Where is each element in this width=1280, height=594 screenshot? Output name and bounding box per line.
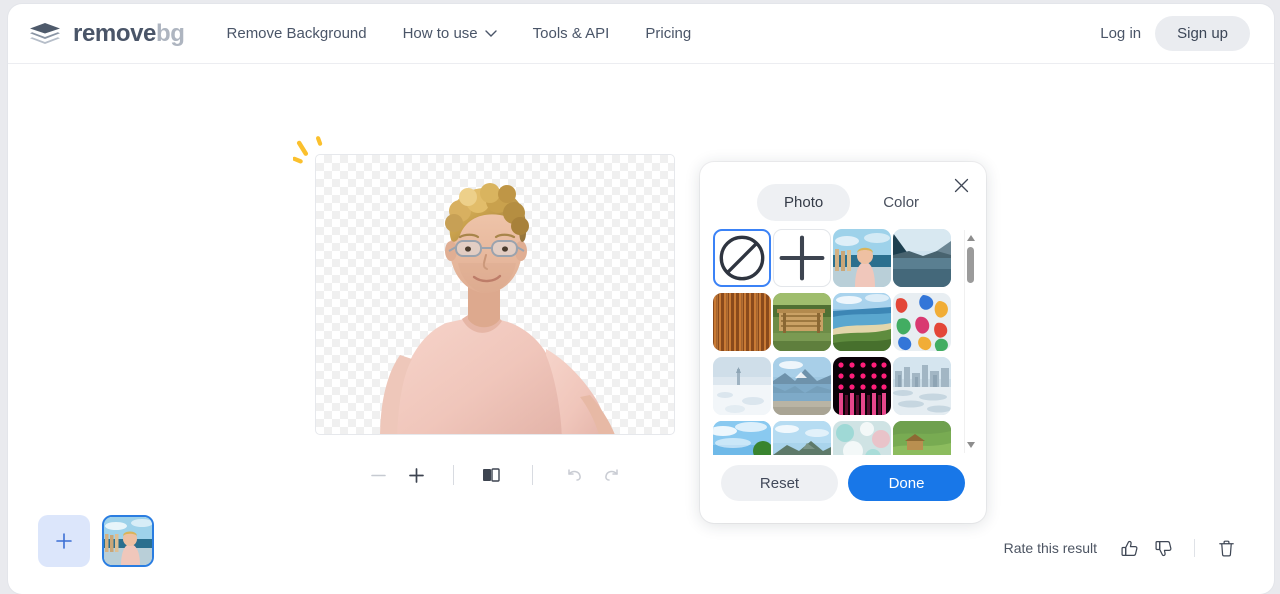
close-icon bbox=[954, 178, 968, 192]
nav-item-tools-api[interactable]: Tools & API bbox=[533, 25, 610, 42]
plus-icon bbox=[408, 467, 424, 483]
nav-label: How to use bbox=[402, 25, 478, 42]
thumbs-down-button[interactable] bbox=[1147, 533, 1179, 563]
rate-label: Rate this result bbox=[1003, 540, 1097, 556]
image-strip bbox=[38, 515, 154, 567]
result-thumbnail[interactable] bbox=[102, 515, 154, 567]
photo-palm bbox=[713, 421, 771, 455]
thumb-bg-palm-sky[interactable] bbox=[713, 421, 771, 455]
photo-lake bbox=[893, 229, 951, 287]
subject-cutout bbox=[380, 183, 615, 434]
undo-button[interactable] bbox=[555, 459, 593, 491]
photo-paint bbox=[893, 293, 951, 351]
panel-tabs: Photo Color bbox=[700, 162, 986, 221]
caret-up-icon[interactable] bbox=[966, 233, 976, 243]
logo[interactable]: removebg bbox=[28, 19, 185, 49]
split-compare-icon bbox=[483, 468, 500, 482]
rating-bar: Rate this result bbox=[1004, 533, 1242, 563]
scrollbar-thumb[interactable] bbox=[967, 247, 974, 283]
background-thumbnail-scroll[interactable] bbox=[700, 229, 986, 455]
trash-icon bbox=[1218, 540, 1234, 557]
compare-toggle-button[interactable] bbox=[472, 459, 510, 491]
thumb-bg-portrait-dock[interactable] bbox=[833, 229, 891, 287]
photo-wood bbox=[713, 293, 771, 351]
reset-button[interactable]: Reset bbox=[721, 465, 838, 501]
background-panel: Photo Color Reset Done bbox=[700, 162, 986, 523]
rating-divider bbox=[1194, 539, 1195, 557]
photo-bokeh bbox=[833, 421, 891, 455]
logo-word-remove: remove bbox=[73, 19, 156, 47]
nav-item-pricing[interactable]: Pricing bbox=[645, 25, 691, 42]
zoom-in-button[interactable] bbox=[397, 459, 435, 491]
zoom-out-button[interactable] bbox=[359, 459, 397, 491]
add-image-button[interactable] bbox=[38, 515, 90, 567]
photo-dock bbox=[833, 229, 891, 287]
panel-actions: Reset Done bbox=[700, 465, 986, 501]
photo-mtnlake bbox=[773, 357, 831, 415]
thumb-bg-wood-stripes[interactable] bbox=[713, 293, 771, 351]
toolbar-divider bbox=[453, 465, 454, 485]
plus-icon bbox=[779, 235, 825, 281]
logo-word-bg: bg bbox=[155, 19, 185, 47]
thumbs-up-button[interactable] bbox=[1113, 533, 1145, 563]
header-actions: Log in Sign up bbox=[1100, 16, 1250, 51]
canvas-toolbar bbox=[315, 459, 675, 491]
photo-city bbox=[893, 357, 951, 415]
photo-neon bbox=[833, 357, 891, 415]
caret-down-icon[interactable] bbox=[966, 440, 976, 450]
photo-snow bbox=[713, 357, 771, 415]
thumbs-down-icon bbox=[1154, 540, 1171, 556]
nav-label: Tools & API bbox=[532, 25, 610, 42]
thumb-bg-rice-terrace[interactable] bbox=[893, 421, 951, 455]
canvas-container bbox=[293, 136, 675, 435]
editor-workspace: Photo Color Reset Done Rate this result bbox=[8, 64, 1274, 593]
app-window: removebg Remove Background How to use To… bbox=[8, 4, 1274, 594]
photo-volcano bbox=[773, 421, 831, 455]
logo-text: removebg bbox=[73, 20, 185, 48]
primary-nav: Remove Background How to use Tools & API… bbox=[227, 25, 692, 42]
nav-item-how-to-use[interactable]: How to use bbox=[403, 25, 497, 42]
undo-icon bbox=[568, 469, 581, 481]
photo-rice bbox=[893, 421, 951, 455]
thumb-no-background[interactable] bbox=[713, 229, 771, 287]
thumbs-up-icon bbox=[1120, 540, 1137, 556]
panel-scrollbar[interactable] bbox=[964, 230, 976, 453]
site-header: removebg Remove Background How to use To… bbox=[8, 4, 1274, 64]
minus-icon bbox=[370, 474, 386, 476]
tab-color[interactable]: Color bbox=[856, 184, 946, 221]
nav-label: Remove Background bbox=[226, 25, 367, 42]
nav-item-remove-background[interactable]: Remove Background bbox=[227, 25, 367, 42]
plus-icon bbox=[56, 533, 72, 549]
thumb-bg-snow-field[interactable] bbox=[713, 357, 771, 415]
layers-icon bbox=[30, 22, 60, 44]
nav-label: Pricing bbox=[645, 25, 692, 42]
thumb-bg-volcano-lake[interactable] bbox=[773, 421, 831, 455]
background-thumbnail-grid bbox=[713, 229, 976, 455]
tab-photo[interactable]: Photo bbox=[757, 184, 851, 221]
thumb-bg-lake-mountain[interactable] bbox=[893, 229, 951, 287]
thumbnail-preview bbox=[104, 517, 152, 565]
thumb-bg-city-waterfront[interactable] bbox=[893, 357, 951, 415]
thumb-bg-cabin-forest[interactable] bbox=[773, 293, 831, 351]
close-panel-button[interactable] bbox=[948, 172, 974, 198]
thumb-bg-neon-dots[interactable] bbox=[833, 357, 891, 415]
redo-button[interactable] bbox=[593, 459, 631, 491]
thumb-bg-abstract-paint[interactable] bbox=[893, 293, 951, 351]
photo-coast bbox=[833, 293, 891, 351]
circle-slash-icon bbox=[719, 235, 765, 281]
thumb-bg-mountain-lake[interactable] bbox=[773, 357, 831, 415]
image-canvas[interactable] bbox=[315, 154, 675, 435]
thumb-upload-background[interactable] bbox=[773, 229, 831, 287]
thumb-bg-coastline[interactable] bbox=[833, 293, 891, 351]
delete-button[interactable] bbox=[1210, 533, 1242, 563]
chevron-down-icon bbox=[484, 30, 497, 37]
done-button[interactable]: Done bbox=[848, 465, 965, 501]
thumb-bg-bokeh[interactable] bbox=[833, 421, 891, 455]
toolbar-divider-2 bbox=[532, 465, 533, 485]
photo-cabin bbox=[773, 293, 831, 351]
login-link[interactable]: Log in bbox=[1100, 25, 1141, 42]
redo-icon bbox=[605, 469, 618, 481]
signup-button[interactable]: Sign up bbox=[1155, 16, 1250, 51]
